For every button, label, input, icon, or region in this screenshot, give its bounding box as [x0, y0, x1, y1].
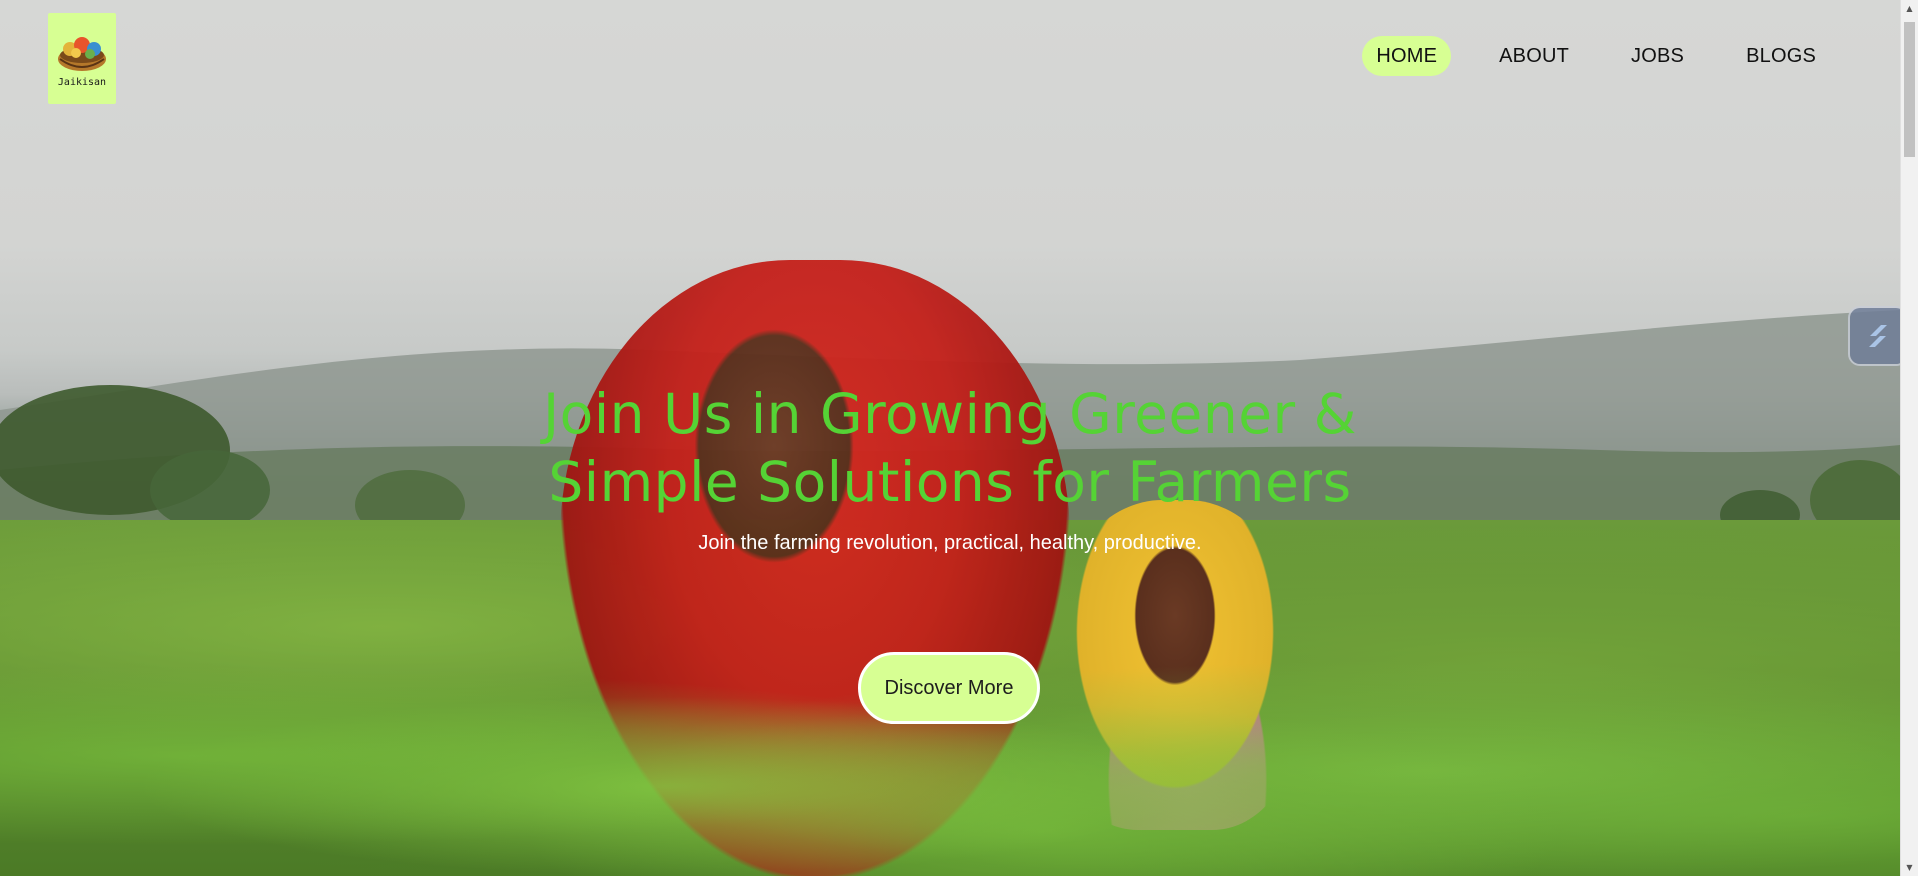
harvest-basket-icon — [58, 37, 106, 71]
page-scrollbar[interactable]: ▲ ▼ — [1900, 0, 1918, 876]
hero-subtitle: Join the farming revolution, practical, … — [698, 532, 1202, 554]
scroll-up-arrow-icon[interactable]: ▲ — [1901, 0, 1918, 17]
nav-item-about[interactable]: ABOUT — [1485, 36, 1583, 76]
floating-widget-button[interactable] — [1850, 308, 1900, 364]
hero-title: Join Us in Growing Greener & Simple Solu… — [542, 382, 1358, 514]
scroll-down-arrow-icon[interactable]: ▼ — [1901, 859, 1918, 876]
discover-more-button[interactable]: Discover More — [858, 652, 1040, 724]
layers-icon — [1869, 325, 1887, 347]
main-navigation: HOME ABOUT JOBS BLOGS — [1362, 36, 1830, 76]
scrollbar-thumb[interactable] — [1904, 22, 1915, 157]
nav-item-jobs[interactable]: JOBS — [1617, 36, 1698, 76]
nav-item-blogs[interactable]: BLOGS — [1732, 36, 1830, 76]
brand-logo[interactable]: Jaikisan — [48, 13, 116, 104]
page-viewport: Jaikisan HOME ABOUT JOBS BLOGS Join Us i… — [0, 0, 1900, 876]
farmer-woman-red-scarf — [560, 260, 1070, 876]
nav-item-home[interactable]: HOME — [1362, 36, 1452, 76]
brand-name: Jaikisan — [57, 77, 107, 88]
hero-content: Join Us in Growing Greener & Simple Solu… — [0, 380, 1900, 555]
